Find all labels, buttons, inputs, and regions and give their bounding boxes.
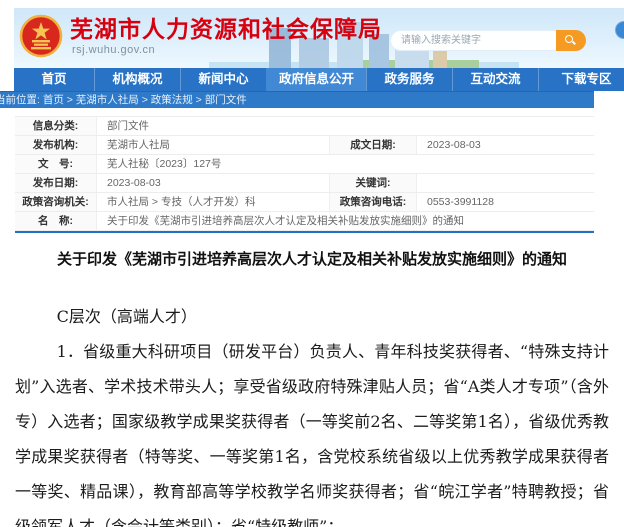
table-row: 信息分类: 部门文件	[15, 117, 594, 136]
site-domain: rsj.wuhu.gov.cn	[72, 44, 382, 56]
article-body: C层次（高端人才） 1．省级重大科研项目（研发平台）负责人、青年科技奖获得者、“…	[15, 299, 609, 527]
policy-consult-agency-label: 政策咨询机关:	[15, 193, 97, 211]
page: 芜湖市人力资源和社会保障局 rsj.wuhu.gov.cn 首页 机构概况 新闻…	[0, 0, 624, 527]
paragraph-c-level: C层次（高端人才）	[15, 299, 609, 334]
policy-consult-agency-value: 市人社局 > 专技（人才开发）科	[97, 193, 329, 211]
doc-number-value: 芜人社秘〔2023〕127号	[97, 155, 594, 173]
issuing-agency-value: 芜湖市人社局	[97, 136, 329, 154]
policy-consult-phone-value: 0553-3991128	[417, 193, 594, 211]
nav-item-interaction[interactable]: 互动交流	[452, 68, 538, 91]
search-input[interactable]	[390, 30, 556, 51]
nav-item-org-overview[interactable]: 机构概况	[94, 68, 180, 91]
table-row: 名 称: 关于印发《芜湖市引进培养高层次人才认定及相关补贴发放实施细则》的通知	[15, 212, 594, 231]
keywords-label: 关键词:	[329, 174, 417, 192]
nav-item-news-center[interactable]: 新闻中心	[180, 68, 266, 91]
paragraph-item-1: 1．省级重大科研项目（研发平台）负责人、青年科技奖获得者、“特殊支持计划”入选者…	[15, 334, 609, 527]
doc-number-label: 文 号:	[15, 155, 97, 173]
doc-info-table: 信息分类: 部门文件 发布机构: 芜湖市人社局 成文日期: 2023-08-03…	[15, 116, 594, 231]
article: 关于印发《芜湖市引进培养高层次人才认定及相关补贴发放实施细则》的通知 C层次（高…	[0, 248, 624, 527]
issuing-agency-label: 发布机构:	[15, 136, 97, 154]
table-row: 发布日期: 2023-08-03 关键词:	[15, 174, 594, 193]
magnifier-icon	[565, 35, 573, 43]
publish-date-value: 2023-08-03	[97, 174, 329, 192]
table-row: 文 号: 芜人社秘〔2023〕127号	[15, 155, 594, 174]
main-nav: 首页 机构概况 新闻中心 政府信息公开 政务服务 互动交流 下载专区	[14, 68, 624, 91]
search-button[interactable]	[556, 30, 586, 51]
info-category-value: 部门文件	[97, 117, 594, 135]
issue-date-label: 成文日期:	[329, 136, 417, 154]
national-emblem-icon	[19, 14, 63, 58]
info-category-label: 信息分类:	[15, 117, 97, 135]
site-title: 芜湖市人力资源和社会保障局	[70, 16, 382, 42]
issue-date-value: 2023-08-03	[417, 136, 594, 154]
search-bar	[390, 30, 586, 51]
table-bottom-divider	[15, 231, 594, 233]
site-header: 芜湖市人力资源和社会保障局 rsj.wuhu.gov.cn	[14, 8, 624, 68]
page-title: 关于印发《芜湖市引进培养高层次人才认定及相关补贴发放实施细则》的通知	[15, 248, 609, 269]
nav-item-downloads[interactable]: 下载专区	[538, 68, 624, 91]
publish-date-label: 发布日期:	[15, 174, 97, 192]
nav-item-gov-services[interactable]: 政务服务	[366, 68, 452, 91]
accessibility-badge-icon[interactable]	[615, 21, 624, 39]
keywords-value	[417, 174, 594, 192]
table-row: 政策咨询机关: 市人社局 > 专技（人才开发）科 政策咨询电话: 0553-39…	[15, 193, 594, 212]
breadcrumb[interactable]: 当前位置: 首页 > 芜湖市人社局 > 政策法规 > 部门文件	[0, 92, 247, 108]
doc-title-label: 名 称:	[15, 212, 97, 230]
breadcrumb-bar: 当前位置: 首页 > 芜湖市人社局 > 政策法规 > 部门文件	[0, 91, 594, 108]
policy-consult-phone-label: 政策咨询电话:	[329, 193, 417, 211]
nav-item-gov-info-disclosure[interactable]: 政府信息公开	[266, 68, 366, 91]
table-row: 发布机构: 芜湖市人社局 成文日期: 2023-08-03	[15, 136, 594, 155]
doc-title-value: 关于印发《芜湖市引进培养高层次人才认定及相关补贴发放实施细则》的通知	[97, 212, 594, 230]
nav-item-home[interactable]: 首页	[14, 68, 94, 91]
